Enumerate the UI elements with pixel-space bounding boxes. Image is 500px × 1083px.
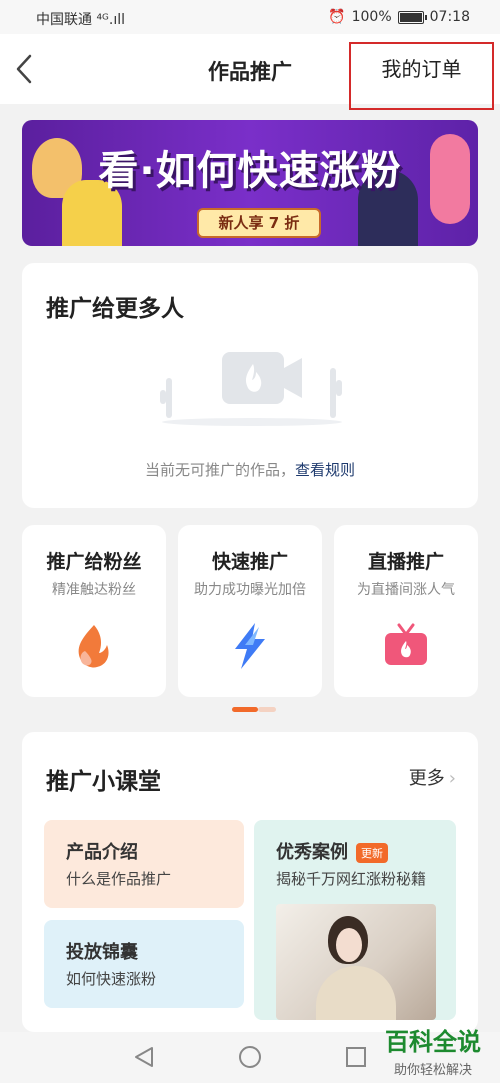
my-orders-button[interactable]: 我的订单 (349, 42, 494, 110)
tile-title: 产品介绍 (66, 842, 138, 863)
view-rules-link[interactable]: 查看规则 (295, 461, 355, 479)
tile-excellent-cases[interactable]: 优秀案例 更新 揭秘千万网红涨粉秘籍 (254, 820, 456, 1020)
feature-subtitle: 助力成功曝光加倍 (194, 582, 306, 598)
my-orders-label: 我的订单 (381, 57, 462, 81)
tile-title: 优秀案例 更新 (276, 838, 388, 864)
carousel-dot (258, 707, 276, 712)
live-tv-icon (385, 623, 427, 665)
tile-title-text: 优秀案例 (276, 842, 348, 863)
lightning-icon (235, 623, 265, 669)
tile-subtitle: 什么是作品推广 (66, 870, 172, 888)
status-bar: 中国联通 ⁴ᴳ.ıll ⏰ 100% 07:18 (0, 0, 500, 34)
feature-quick-promote[interactable]: 快速推广 助力成功曝光加倍 (178, 525, 322, 697)
classroom-title: 推广小课堂 (46, 769, 161, 795)
feature-live-promote[interactable]: 直播推广 为直播间涨人气 (334, 525, 478, 697)
clock: 07:18 (429, 9, 470, 25)
feature-title: 直播推广 (367, 551, 444, 573)
carrier-label: 中国联通 ⁴ᴳ.ıll (36, 12, 126, 28)
tile-subtitle: 揭秘千万网红涨粉秘籍 (276, 870, 427, 888)
back-triangle-icon[interactable] (132, 1045, 156, 1069)
case-photo-body (316, 966, 396, 1020)
battery-percent: 100% (351, 9, 392, 25)
feature-subtitle: 精准触达粉丝 (52, 582, 136, 598)
feature-title: 推广给粉丝 (46, 551, 142, 573)
promote-to-more-title: 推广给更多人 (46, 296, 184, 322)
empty-state-message: 当前无可推广的作品， (144, 461, 295, 479)
more-label: 更多 (408, 768, 445, 789)
banner-title: 看·如何快速涨粉 (98, 148, 402, 194)
home-circle-icon[interactable] (238, 1045, 262, 1069)
case-photo-face (336, 928, 362, 962)
recent-apps-square-icon[interactable] (344, 1045, 368, 1069)
status-right: ⏰ 100% 07:18 (328, 9, 470, 25)
flame-icon (78, 625, 109, 668)
banner-discount-tag: 新人享 7 折 (197, 208, 321, 238)
more-link[interactable]: 更多 › (409, 764, 456, 790)
tile-title: 投放锦囊 (66, 942, 138, 963)
promotion-classroom-card: 推广小课堂 更多 › 产品介绍 什么是作品推广 投放锦囊 如何快速涨粉 优秀案例更… (22, 732, 478, 1032)
feature-subtitle: 为直播间涨人气 (357, 582, 455, 598)
promote-to-more-card: 推广给更多人 当前无可推广的作品，查看规则 (22, 263, 478, 508)
battery-icon (397, 10, 427, 24)
promo-banner[interactable]: 看·如何快速涨粉 新人享 7 折 (22, 120, 478, 246)
watermark-subtitle: 助你轻松解决 (393, 1063, 472, 1078)
tile-product-intro[interactable]: 产品介绍 什么是作品推广 (44, 820, 244, 908)
carousel-dot-active (232, 707, 258, 712)
tile-delivery-tips[interactable]: 投放锦囊 如何快速涨粉 (44, 920, 244, 1008)
feature-promote-to-fans[interactable]: 推广给粉丝 精准触达粉丝 (22, 525, 166, 697)
alarm-icon: ⏰ (328, 9, 346, 25)
watermark-title: 百科全说 (385, 1028, 481, 1056)
carousel-indicator (232, 707, 276, 712)
new-badge: 更新 (356, 843, 388, 863)
chevron-right-icon: › (448, 768, 456, 789)
case-photo (276, 904, 436, 1020)
empty-video-illustration-icon (160, 352, 342, 426)
nav-bar: 作品推广 我的订单 (0, 34, 500, 110)
watermark: 百科全说 助你轻松解决 (374, 1022, 492, 1078)
feature-title: 快速推广 (211, 551, 288, 573)
empty-state-text: 当前无可推广的作品，查看规则 (22, 459, 478, 480)
tile-subtitle: 如何快速涨粉 (66, 970, 157, 988)
